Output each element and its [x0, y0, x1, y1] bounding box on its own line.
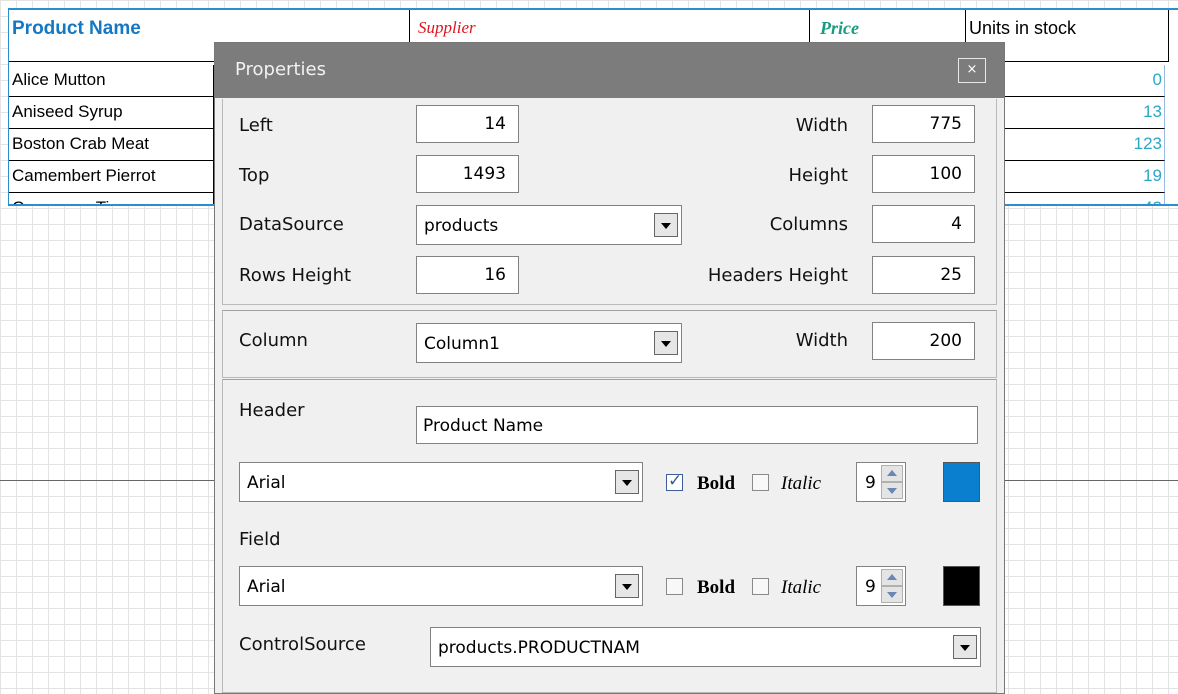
row-product-name[interactable]: Alice Mutton	[9, 65, 214, 97]
properties-dialog: Properties × Left 14 Top 1493 DataSource…	[214, 42, 1005, 694]
columns-label: Columns	[769, 214, 848, 235]
controlsource-value: products.PRODUCTNAM	[438, 638, 640, 658]
column-value: Column1	[424, 334, 500, 354]
dialog-titlebar[interactable]: Properties ×	[215, 43, 1004, 98]
row-units[interactable]: 19	[999, 161, 1165, 193]
spinner-buttons[interactable]	[881, 569, 903, 603]
width-label: Width	[795, 115, 848, 136]
header-font-value: Arial	[247, 473, 286, 493]
chevron-down-icon[interactable]	[953, 635, 977, 659]
header-italic-checkbox[interactable]	[752, 474, 769, 491]
width-input[interactable]: 775	[872, 105, 975, 143]
row-units[interactable]: 42	[999, 193, 1165, 204]
field-font-value: Arial	[247, 577, 286, 597]
header-color-swatch[interactable]	[943, 462, 980, 502]
field-bold-checkbox[interactable]	[666, 578, 683, 595]
height-label: Height	[788, 165, 848, 186]
column-width-label: Width	[795, 330, 848, 351]
field-italic-checkbox[interactable]	[752, 578, 769, 595]
headers-height-label: Headers Height	[707, 265, 848, 286]
header-text-input[interactable]: Product Name	[416, 406, 978, 444]
height-input[interactable]: 100	[872, 155, 975, 193]
row-product-name[interactable]: Carnarvon Tigers	[9, 193, 214, 204]
top-label: Top	[239, 165, 270, 186]
row-product-name[interactable]: Camembert Pierrot	[9, 161, 214, 193]
header-bold-label: Bold	[697, 473, 736, 494]
spinner-buttons[interactable]	[881, 465, 903, 499]
spin-down-icon[interactable]	[881, 586, 903, 603]
columns-input[interactable]: 4	[872, 205, 975, 243]
row-units[interactable]: 123	[999, 129, 1165, 161]
field-color-swatch[interactable]	[943, 566, 980, 606]
rows-height-input[interactable]: 16	[416, 256, 519, 294]
dialog-title: Properties	[235, 59, 326, 80]
band-divider	[1003, 480, 1178, 481]
header-label: Header	[239, 400, 305, 421]
top-input[interactable]: 1493	[416, 155, 519, 193]
row-units[interactable]: 0	[999, 65, 1165, 97]
headers-height-input[interactable]: 25	[872, 256, 975, 294]
field-size-value: 9	[865, 577, 876, 597]
spin-down-icon[interactable]	[881, 482, 903, 499]
close-button[interactable]: ×	[958, 58, 986, 83]
datasource-value: products	[424, 216, 499, 236]
field-italic-label: Italic	[781, 577, 822, 598]
header-bold-checkbox[interactable]	[666, 471, 683, 491]
row-units[interactable]: 13	[999, 97, 1165, 129]
field-bold-label: Bold	[697, 577, 736, 598]
spin-up-icon[interactable]	[881, 569, 903, 586]
column-label: Column	[239, 330, 308, 351]
row-product-name[interactable]: Aniseed Syrup	[9, 97, 214, 129]
datasource-select[interactable]: products	[416, 205, 682, 245]
header-font-select[interactable]: Arial	[239, 462, 643, 502]
header-size-value: 9	[865, 473, 876, 493]
field-size-spinner[interactable]: 9	[856, 566, 906, 606]
spin-up-icon[interactable]	[881, 465, 903, 482]
field-font-select[interactable]: Arial	[239, 566, 643, 606]
controlsource-select[interactable]: products.PRODUCTNAM	[430, 627, 981, 667]
chevron-down-icon[interactable]	[615, 574, 639, 598]
column-select[interactable]: Column1	[416, 323, 682, 363]
controlsource-label: ControlSource	[239, 634, 366, 655]
band-divider	[0, 480, 215, 481]
column-width-input[interactable]: 200	[872, 322, 975, 360]
field-label: Field	[239, 529, 281, 550]
left-input[interactable]: 14	[416, 105, 519, 143]
header-italic-label: Italic	[781, 473, 822, 494]
datasource-label: DataSource	[239, 214, 344, 235]
left-label: Left	[239, 115, 273, 136]
header-size-spinner[interactable]: 9	[856, 462, 906, 502]
rows-height-label: Rows Height	[239, 265, 352, 286]
chevron-down-icon[interactable]	[615, 470, 639, 494]
row-product-name[interactable]: Boston Crab Meat	[9, 129, 214, 161]
